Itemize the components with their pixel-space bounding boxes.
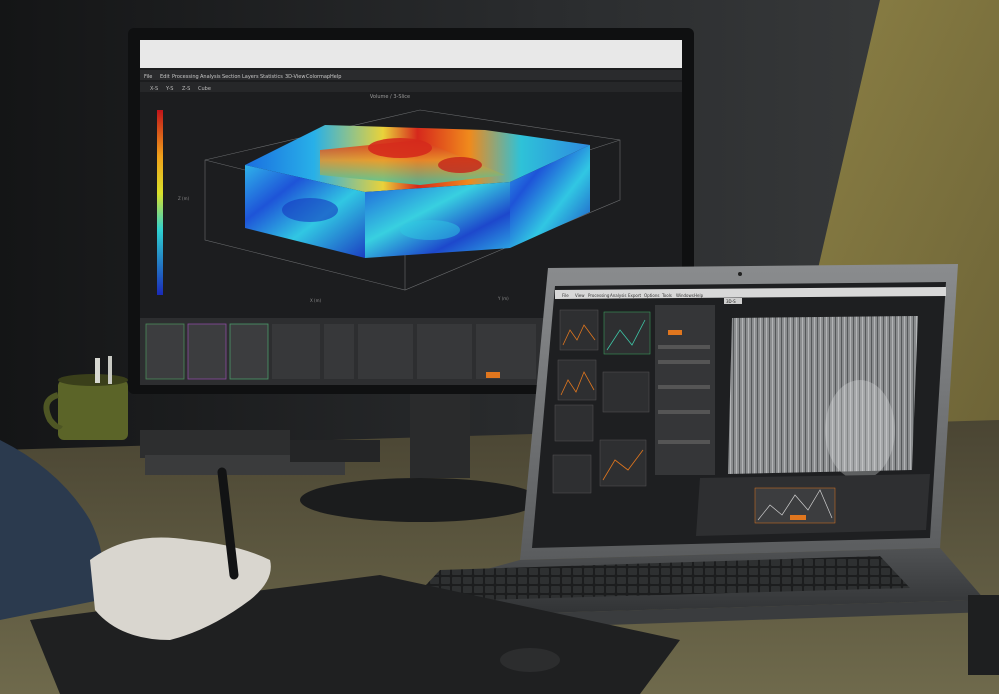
laptop-active-tab-label: 3D-S [726,299,736,304]
laptop-menu-view[interactable]: View [575,293,585,298]
monitor-tab-ys[interactable]: Y-S [165,86,173,92]
laptop-orange-button[interactable] [668,330,682,335]
laptop-menu-analysis[interactable]: Analysis [610,293,626,298]
monitor-menu-analysis[interactable]: Analysis [200,74,221,80]
photo-scene: File Edit Processing Analysis Section La… [0,0,999,694]
laptop-menu-options[interactable]: Options [644,293,659,298]
laptop-menu-tools[interactable]: Tools [661,293,672,298]
laptop-control-column [655,305,715,475]
laptop-apply-button[interactable] [790,515,806,520]
monitor-menu-statistics[interactable]: Statistics [260,74,283,80]
scene-illustration: File Edit Processing Analysis Section La… [0,0,999,694]
laptop-menu-help[interactable]: Help [694,293,704,298]
y-axis-label: Y (m) [497,296,509,301]
colorbar [157,110,163,295]
plot-title: Volume / 3-Slice [370,94,410,100]
z-axis-label: Z (m) [178,196,189,201]
monitor-tab-zs[interactable]: Z-S [182,86,190,92]
monitor-menu-help[interactable]: Help [330,74,341,80]
right-cup [968,595,999,675]
monitor-title-bar [140,40,682,68]
monitor-menu-layers[interactable]: Layers [242,74,259,80]
monitor-menu-3dview[interactable]: 3D-View [285,74,305,80]
laptop-menu-processing[interactable]: Processing [588,293,610,298]
laptop-menu-windows[interactable]: Windows [676,293,694,298]
laptop-menu-file[interactable]: File [562,293,569,298]
monitor-toolbar [140,82,682,92]
monitor-menu-section[interactable]: Section [222,74,241,80]
monitor-menu-colormap[interactable]: Colormap [306,74,330,80]
monitor-menu-edit[interactable]: Edit [160,74,170,80]
monitor-tab-cube[interactable]: Cube [198,86,211,92]
laptop-menu-export[interactable]: Export [628,293,642,298]
monitor-orange-button[interactable] [486,372,500,378]
webcam-icon [738,272,742,276]
monitor-control-groups [145,323,536,380]
tablet-dial [500,648,560,672]
monitor-tab-xs[interactable]: X-S [150,86,158,92]
monitor-menu-processing[interactable]: Processing [172,74,199,80]
x-axis-label: X (m) [310,298,321,303]
monitor-menu-file[interactable]: File [144,74,152,80]
laptop-screen: File View Processing Analysis Export Opt… [532,282,946,548]
